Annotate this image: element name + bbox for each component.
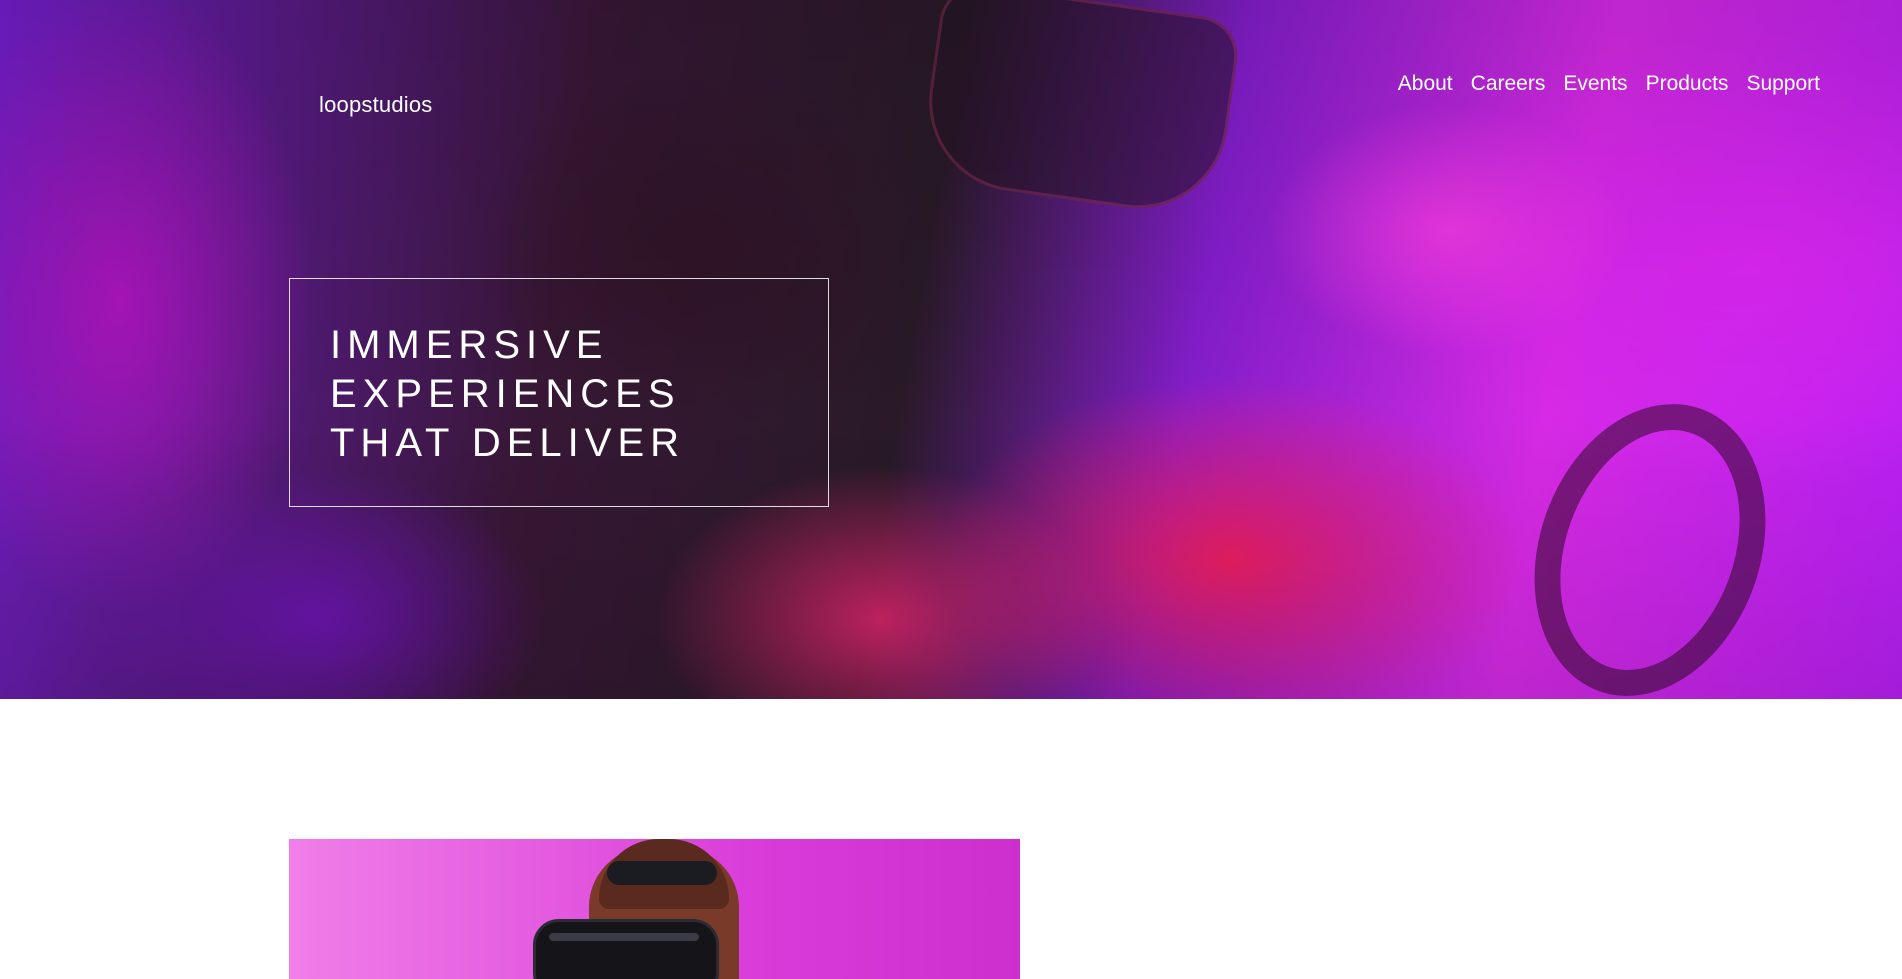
site-logo[interactable]: loopstudios (319, 92, 433, 118)
hero-headline-line-2: EXPERIENCES (330, 372, 681, 416)
headset-strap-graphic (607, 861, 717, 885)
nav-link-support[interactable]: Support (1746, 72, 1820, 96)
main-nav: About Careers Events Products Support (1398, 72, 1820, 96)
hero-headline-box: IMMERSIVE EXPERIENCES THAT DELIVER (289, 278, 829, 507)
hero-section: loopstudios About Careers Events Product… (0, 0, 1902, 699)
nav-link-events[interactable]: Events (1563, 72, 1627, 96)
nav-link-careers[interactable]: Careers (1471, 72, 1546, 96)
nav-link-about[interactable]: About (1398, 72, 1453, 96)
vr-headset-band-graphic (549, 933, 699, 941)
hero-headline-line-3: THAT DELIVER (330, 421, 686, 465)
hero-overlay (0, 0, 1902, 699)
vr-headset-graphic (533, 919, 719, 979)
vr-preview-image (289, 839, 1020, 979)
hero-headline-line-1: IMMERSIVE (330, 323, 609, 367)
nav-link-products[interactable]: Products (1646, 72, 1729, 96)
